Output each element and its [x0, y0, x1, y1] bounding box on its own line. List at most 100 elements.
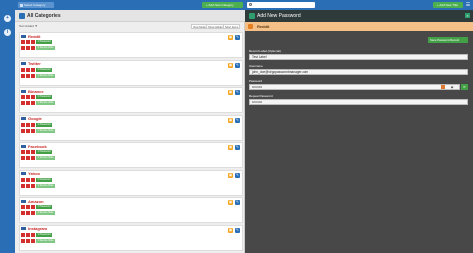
delete-icon[interactable] — [21, 183, 25, 188]
edit-icon[interactable] — [26, 238, 30, 243]
pencil-icon[interactable]: ✎ — [235, 35, 240, 40]
edit-icon[interactable] — [26, 232, 30, 237]
repeat-password-field[interactable]: ••••••••• — [249, 99, 468, 105]
pencil-icon[interactable]: ✎ — [235, 172, 240, 178]
entry-name[interactable]: Twitter — [28, 61, 41, 66]
folder-open-icon[interactable]: ▣ — [228, 227, 233, 233]
password-count-button[interactable]: 1 Password — [36, 67, 53, 72]
folder-open-icon[interactable]: ▣ — [228, 62, 233, 68]
copy-icon[interactable] — [31, 238, 35, 243]
entry-name[interactable]: Facebook — [28, 144, 47, 149]
password-count-button[interactable]: 1 Password — [36, 40, 53, 44]
add-title-button[interactable]: + Add New Title — [433, 2, 463, 8]
copy-icon[interactable] — [31, 183, 35, 188]
delete-icon[interactable] — [21, 238, 25, 243]
add-category-button[interactable]: + Add New Category — [202, 2, 243, 8]
secure-note-count-button[interactable]: 1 Secure Note — [36, 183, 55, 188]
folder-open-icon[interactable]: ▣ — [228, 172, 233, 178]
entry-name[interactable]: Yahoo — [28, 171, 40, 176]
delete-icon[interactable] — [21, 177, 25, 182]
edit-icon[interactable] — [26, 205, 30, 209]
delete-icon[interactable] — [21, 122, 25, 127]
delete-icon[interactable] — [21, 150, 25, 154]
secure-note-count-button[interactable]: 1 Secure Note — [36, 46, 55, 50]
delete-icon[interactable] — [21, 46, 25, 50]
delete-icon[interactable] — [21, 156, 25, 160]
password-count-button[interactable]: 1 Password — [36, 150, 53, 154]
delete-icon[interactable] — [21, 73, 25, 78]
username-field[interactable]: john_doe@virgopasswordmanager.com — [249, 69, 468, 75]
secure-note-count-button[interactable]: 1 Secure Note — [36, 238, 55, 243]
folder-open-icon[interactable]: ▣ — [228, 90, 233, 95]
edit-icon[interactable] — [26, 211, 30, 215]
password-count-button[interactable]: 1 Password — [36, 95, 53, 99]
secure-note-count-button[interactable]: 1 Secure Note — [36, 211, 55, 215]
copy-icon[interactable] — [31, 211, 35, 215]
secure-note-count-button[interactable]: 1 Secure Note — [36, 128, 55, 133]
list-item[interactable]: Twitter 1 Password 1 Secure Note ▣ ✎ — [19, 59, 243, 86]
delete-icon[interactable] — [21, 101, 25, 105]
edit-icon[interactable] — [26, 101, 30, 105]
entry-name[interactable]: Instagram — [28, 226, 47, 231]
edit-icon[interactable] — [26, 183, 30, 188]
entry-name[interactable]: Amazon — [28, 199, 44, 204]
delete-icon[interactable] — [21, 95, 25, 99]
edit-icon[interactable] — [26, 128, 30, 133]
info-circle-icon[interactable]: i — [4, 29, 11, 36]
copy-icon[interactable] — [31, 95, 35, 99]
edit-icon[interactable] — [26, 177, 30, 182]
password-count-button[interactable]: 1 Password — [36, 122, 53, 127]
entry-name[interactable]: Google — [28, 116, 42, 121]
folder-open-icon[interactable]: ▣ — [228, 35, 233, 40]
menu-icon[interactable]: ☰ — [465, 2, 471, 8]
edit-icon[interactable] — [26, 73, 30, 78]
search-input[interactable] — [247, 2, 315, 8]
pencil-icon[interactable]: ✎ — [235, 200, 240, 205]
list-item[interactable]: Facebook 1 Password 1 Secure Note ▣ ✎ — [19, 142, 243, 168]
password-count-button[interactable]: 1 Password — [36, 177, 53, 182]
list-item[interactable]: Instagram 1 Password 1 Secure Note ▣ ✎ — [19, 224, 243, 251]
close-icon[interactable]: × — [465, 13, 470, 18]
copy-icon[interactable] — [31, 150, 35, 154]
delete-icon[interactable] — [21, 128, 25, 133]
copy-icon[interactable] — [31, 101, 35, 105]
pencil-icon[interactable]: ✎ — [235, 90, 240, 95]
copy-icon[interactable] — [31, 67, 35, 72]
list-item[interactable]: Google 1 Password 1 Secure Note ▣ ✎ — [19, 114, 243, 141]
edit-icon[interactable] — [26, 46, 30, 50]
category-select[interactable]: Select Category — [18, 2, 54, 8]
delete-icon[interactable] — [21, 205, 25, 209]
edit-icon[interactable] — [26, 40, 30, 44]
short-items-toggle[interactable]: Short Items — [223, 23, 241, 29]
save-password-button[interactable]: Save Password Record — [428, 37, 468, 43]
copy-icon[interactable] — [31, 177, 35, 182]
edit-icon[interactable] — [26, 67, 30, 72]
folder-open-icon[interactable]: ▣ — [228, 145, 233, 150]
list-item[interactable]: Yahoo 1 Password 1 Secure Note ▣ ✎ — [19, 169, 243, 196]
edit-icon[interactable] — [26, 156, 30, 160]
edit-icon[interactable] — [26, 122, 30, 127]
edit-icon[interactable] — [26, 95, 30, 99]
password-count-button[interactable]: 1 Password — [36, 232, 53, 237]
pencil-icon[interactable]: ✎ — [235, 117, 240, 123]
delete-icon[interactable] — [21, 40, 25, 44]
copy-icon[interactable] — [31, 73, 35, 78]
pencil-icon[interactable]: ✎ — [235, 227, 240, 233]
pencil-icon[interactable]: ✎ — [235, 145, 240, 150]
copy-icon[interactable] — [31, 122, 35, 127]
delete-icon[interactable] — [21, 211, 25, 215]
delete-icon[interactable] — [21, 67, 25, 72]
edit-icon[interactable] — [26, 150, 30, 154]
delete-icon[interactable] — [21, 232, 25, 237]
copy-icon[interactable] — [31, 205, 35, 209]
copy-icon[interactable] — [31, 232, 35, 237]
list-item[interactable]: Amazon 1 Password 1 Secure Note ▣ ✎ — [19, 197, 243, 223]
folder-open-icon[interactable]: ▣ — [228, 200, 233, 205]
copy-icon[interactable] — [31, 128, 35, 133]
copy-icon[interactable] — [31, 46, 35, 50]
generate-password-icon[interactable]: ⟳ — [461, 84, 468, 90]
entry-name[interactable]: Reddit — [28, 34, 40, 39]
secure-note-count-button[interactable]: 1 Secure Note — [36, 156, 55, 160]
folder-open-icon[interactable]: ▣ — [228, 117, 233, 123]
eye-icon[interactable]: ◉ — [450, 85, 454, 89]
